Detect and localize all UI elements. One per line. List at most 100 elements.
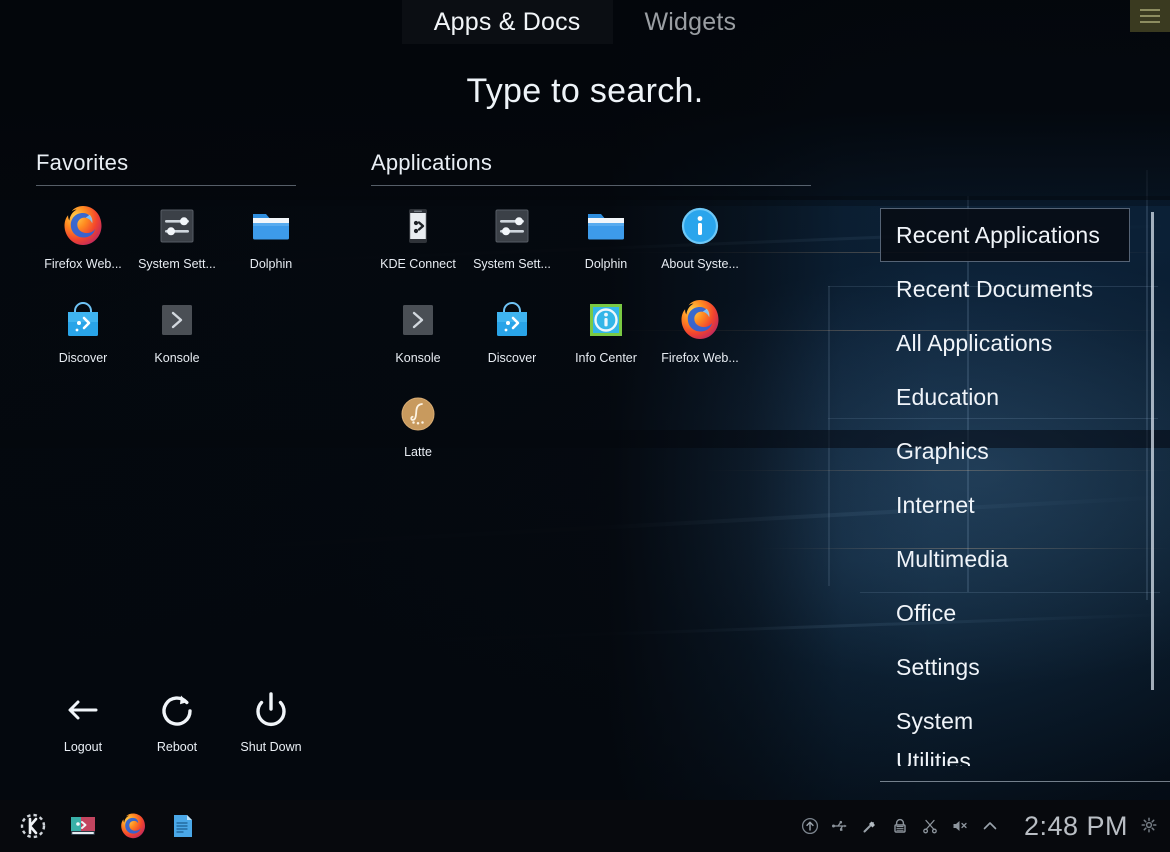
konsole-terminal-icon [396,298,440,342]
info-center-icon [584,298,628,342]
app-tile-kde-connect[interactable]: KDE Connect [371,204,465,298]
app-tile-system-settings[interactable]: System Sett... [465,204,559,298]
app-tile-about-system[interactable]: About Syste... [653,204,747,298]
hamburger-line [1140,15,1160,17]
reboot-button[interactable]: Reboot [130,690,224,754]
power-actions: Logout Reboot Shut Down [36,690,318,754]
category-label: Utilities [896,748,972,766]
category-item-graphics[interactable]: Graphics [880,424,1130,478]
firefox-icon[interactable] [108,800,158,852]
app-tile-label: KDE Connect [380,257,456,271]
taskbar-launchers [0,800,208,852]
latte-dock-icon [396,392,440,436]
applications-grid: KDE Connect System Sett... Dolphin About… [371,186,821,486]
app-tile-label: About Syste... [661,257,739,271]
discover-bag-icon [61,298,105,342]
reboot-label: Reboot [156,740,198,754]
category-label: Multimedia [896,545,1009,572]
shutdown-button[interactable]: Shut Down [224,690,318,754]
app-tile-latte[interactable]: Latte [371,392,465,486]
category-item-settings[interactable]: Settings [880,640,1130,694]
app-tile-label: System Sett... [473,257,551,271]
category-label: Recent Documents [896,275,1094,302]
app-tile-label: Discover [58,351,108,365]
dolphin-folder-icon [584,204,628,248]
app-tile-dolphin[interactable]: Dolphin [559,204,653,298]
firefox-icon [678,298,722,342]
volume-muted-icon[interactable] [950,816,970,836]
category-label: Recent Applications [896,221,1100,248]
app-tile-info-center[interactable]: Info Center [559,298,653,392]
category-item-recent-applications[interactable]: Recent Applications [880,208,1130,262]
app-tile-label: Dolphin [584,257,628,271]
app-tile-label: Dolphin [249,257,293,271]
logout-label: Logout [63,740,103,754]
logout-button[interactable]: Logout [36,690,130,754]
category-list-scrollbar[interactable] [1151,212,1154,690]
app-tile-dolphin[interactable]: Dolphin [224,204,318,298]
tab-widgets[interactable]: Widgets [613,0,769,44]
category-label: System [896,707,974,734]
kde-connect-phone-icon [396,204,440,248]
category-label: Settings [896,653,980,680]
tab-apps-and-docs[interactable]: Apps & Docs [401,0,613,44]
tray-expand-chevron-up-icon[interactable] [980,816,1000,836]
category-item-recent-documents[interactable]: Recent Documents [880,262,1130,316]
category-label: Graphics [896,437,989,464]
clipboard-scissors-icon[interactable] [920,816,940,836]
bluetooth-connector-icon[interactable] [860,816,880,836]
category-label: All Applications [896,329,1053,356]
tab-apps-and-docs-label: Apps & Docs [433,7,581,36]
app-tile-firefox[interactable]: Firefox Web... [653,298,747,392]
category-item-education[interactable]: Education [880,370,1130,424]
discover-bag-icon [490,298,534,342]
category-item-all-applications[interactable]: All Applications [880,316,1130,370]
app-tile-label: Discover [487,351,537,365]
app-tile-label: Konsole [395,351,441,365]
firefox-icon [61,204,105,248]
system-tray [800,816,1000,836]
power-icon [251,690,291,730]
about-system-info-icon [678,204,722,248]
app-tile-konsole[interactable]: Konsole [371,298,465,392]
app-tile-discover[interactable]: Discover [36,298,130,392]
category-label: Office [896,599,957,626]
konsole-terminal-icon [155,298,199,342]
hamburger-line [1140,21,1160,23]
category-item-internet[interactable]: Internet [880,478,1130,532]
category-item-system[interactable]: System [880,694,1130,748]
arrow-left-icon [63,690,103,730]
spectacle-screenshot-icon[interactable] [58,800,108,852]
usb-device-icon[interactable] [830,816,850,836]
category-label: Education [896,383,1000,410]
category-list-bottom-divider [880,781,1170,782]
category-item-office[interactable]: Office [880,586,1130,640]
app-tile-label: Info Center [575,351,637,365]
category-item-multimedia[interactable]: Multimedia [880,532,1130,586]
clock[interactable]: 2:48 PM [1024,811,1128,842]
dolphin-folder-icon [249,204,293,248]
shutdown-label: Shut Down [240,740,302,754]
lock-padlock-icon[interactable] [890,816,910,836]
app-tile-discover[interactable]: Discover [465,298,559,392]
app-tile-system-settings[interactable]: System Sett... [130,204,224,298]
category-item-utilities[interactable]: Utilities [880,748,1130,766]
search-input[interactable]: Type to search. [0,72,1170,111]
text-document-icon[interactable] [158,800,208,852]
app-tile-konsole[interactable]: Konsole [130,298,224,392]
kde-application-launcher-icon[interactable] [8,800,58,852]
app-tile-label: System Sett... [138,257,216,271]
favorites-grid: Firefox Web... System Sett... Dolphin Di… [36,186,336,392]
system-settings-icon [490,204,534,248]
gear-icon[interactable] [1140,816,1160,836]
favorites-title: Favorites [36,150,129,175]
hamburger-menu-icon[interactable] [1130,0,1170,32]
app-tile-firefox[interactable]: Firefox Web... [36,204,130,298]
refresh-circular-arrow-icon [157,690,197,730]
system-settings-icon [155,204,199,248]
taskbar: 2:48 PM [0,800,1170,852]
app-tile-label: Latte [404,445,432,459]
app-tile-label: Firefox Web... [44,257,122,271]
app-tile-label: Konsole [154,351,200,365]
software-update-icon[interactable] [800,816,820,836]
